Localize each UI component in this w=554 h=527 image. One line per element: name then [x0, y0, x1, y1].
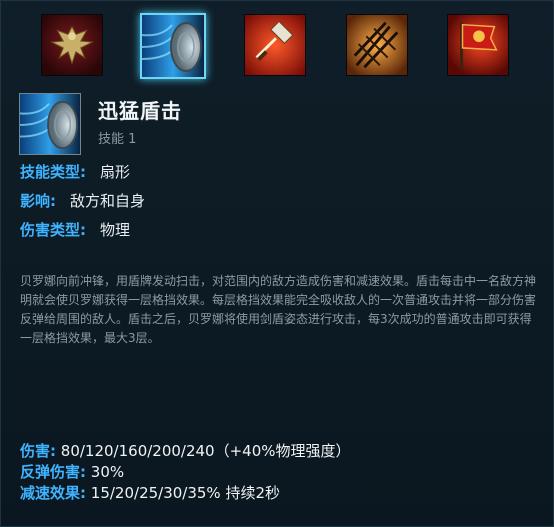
ability-slot-2[interactable]	[244, 14, 306, 76]
stat-label: 反弹伤害:	[20, 463, 86, 481]
skill-name: 迅猛盾击	[98, 99, 182, 123]
stat-slow-effect: 减速效果: 15/20/25/30/35% 持续2秒	[20, 484, 280, 502]
spear-rack-icon	[347, 15, 407, 75]
attribute-label: 技能类型:	[20, 163, 86, 181]
attribute-value: 扇形	[100, 163, 131, 181]
shield-icon	[20, 94, 80, 154]
banner-flag-icon	[448, 15, 508, 75]
ability-slot-1[interactable]	[140, 13, 206, 79]
skill-slot: 技能 1	[98, 132, 137, 147]
attribute-affects: 影响: 敌方和自身	[20, 190, 145, 211]
ability-slot-passive[interactable]	[41, 14, 103, 76]
ability-slot-3[interactable]	[346, 14, 408, 76]
ability-tooltip-panel: 迅猛盾击 技能 1 技能类型: 扇形 影响: 敌方和自身 伤害类型: 物理 贝罗娜向前…	[0, 0, 554, 527]
ability-bar	[1, 1, 554, 87]
stat-label: 减速效果:	[20, 484, 86, 502]
stat-damage: 伤害: 80/120/160/200/240（+40%物理强度）	[20, 442, 351, 460]
attribute-value: 物理	[100, 221, 131, 239]
stat-reflect-damage: 反弹伤害: 30%	[20, 463, 124, 481]
shield-bash-icon	[142, 15, 204, 77]
hammer-strike-icon	[245, 15, 305, 75]
attribute-value: 敌方和自身	[70, 192, 146, 210]
stat-value: 30%	[90, 463, 125, 481]
attribute-label: 伤害类型:	[20, 221, 86, 239]
eagle-emblem-icon	[42, 15, 102, 75]
skill-description: 贝罗娜向前冲锋，用盾牌发动扫击，对范围内的敌方造成伤害和减速效果。盾击每击中一名…	[20, 274, 537, 345]
skill-portrait	[19, 93, 81, 155]
stat-value: 15/20/25/30/35% 持续2秒	[90, 484, 280, 502]
stat-label: 伤害:	[20, 442, 56, 460]
attribute-skill-type: 技能类型: 扇形	[20, 161, 130, 182]
stat-value: 80/120/160/200/240（+40%物理强度）	[60, 442, 351, 460]
attribute-label: 影响:	[20, 192, 56, 210]
ability-slot-ultimate[interactable]	[447, 14, 509, 76]
attribute-damage-type: 伤害类型: 物理	[20, 219, 130, 240]
